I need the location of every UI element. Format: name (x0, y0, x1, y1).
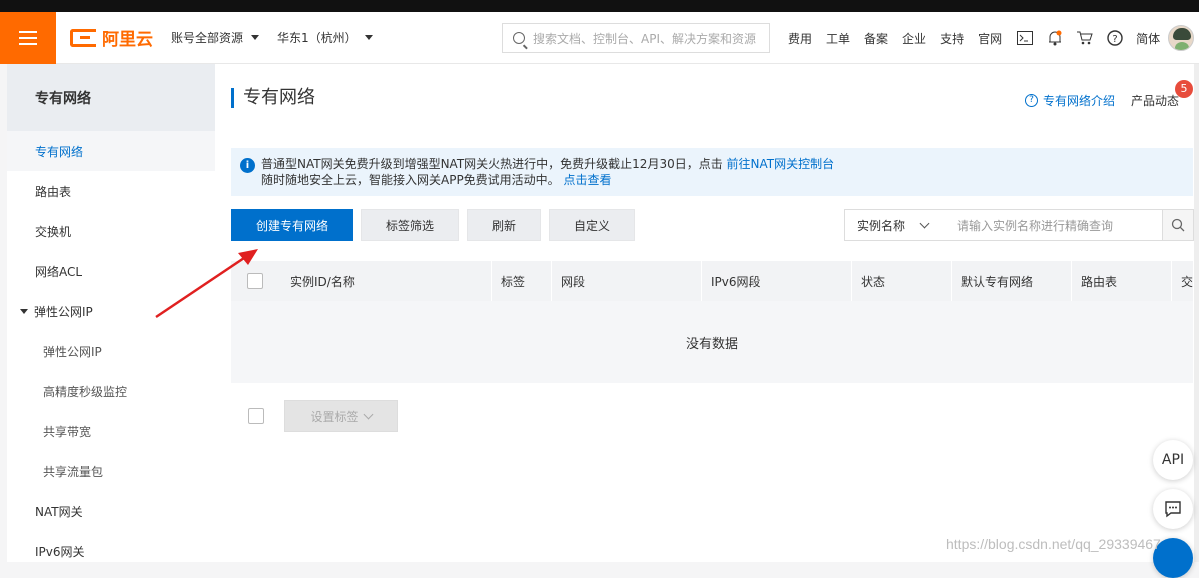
column-header-truncated[interactable]: 交 (1171, 261, 1193, 301)
filter-field-select[interactable]: 实例名称 (844, 209, 944, 241)
sidebar-item-vswitch[interactable]: 交换机 (7, 211, 215, 251)
top-link-billing[interactable]: 费用 (788, 30, 812, 47)
menu-icon (19, 36, 37, 39)
global-search-input[interactable]: 搜索文档、控制台、API、解决方案和资源 (502, 23, 770, 53)
sidebar-item-nat-gateway[interactable]: NAT网关 (7, 491, 215, 531)
sidebar-item-high-precision-monitor[interactable]: 高精度秒级监控 (7, 371, 215, 411)
caret-down-icon (364, 35, 373, 40)
aliyun-logo[interactable]: 阿里云 (70, 25, 153, 50)
language-switch[interactable]: 简体 (1136, 30, 1160, 47)
column-header-status[interactable]: 状态 (851, 261, 951, 301)
vpc-intro-link[interactable]: ? 专有网络介绍 (1024, 92, 1115, 109)
column-header-route-table[interactable]: 路由表 (1071, 261, 1171, 301)
sidebar-item-shared-bandwidth[interactable]: 共享带宽 (7, 411, 215, 451)
customize-button[interactable]: 自定义 (549, 209, 635, 241)
bell-icon[interactable] (1046, 29, 1064, 47)
sidebar-item-vpc[interactable]: 专有网络 (7, 131, 215, 171)
search-icon (513, 32, 525, 44)
sidebar-group-eip-label: 弹性公网IP (34, 304, 93, 319)
api-label: API (1161, 452, 1185, 468)
select-all-cell (231, 261, 279, 301)
set-tags-button[interactable]: 设置标签 (284, 400, 398, 432)
top-link-icp[interactable]: 备案 (864, 30, 888, 47)
chat-float-button[interactable] (1153, 489, 1193, 529)
account-resources-dropdown[interactable]: 账号全部资源 (171, 29, 260, 46)
cart-icon[interactable] (1076, 29, 1094, 47)
help-icon[interactable]: ? (1106, 29, 1124, 47)
nat-console-link[interactable]: 前往NAT网关控制台 (727, 157, 835, 171)
top-link-tickets[interactable]: 工单 (826, 30, 850, 47)
info-icon: i (240, 158, 255, 173)
vpc-table: 实例ID/名称 标签 网段 IPv6网段 状态 默认专有网络 路由表 交 没有数… (231, 261, 1193, 383)
column-header-ipv6-cidr[interactable]: IPv6网段 (701, 261, 851, 301)
main-content: 专有网络 ? 专有网络介绍 产品动态 5 i 普通型NAT网关免费升级到增强型N… (215, 64, 1199, 562)
svg-text:?: ? (1112, 34, 1117, 45)
notice-text-2: 随时随地安全上云，智能接入网关APP免费试用活动中。 (261, 173, 560, 187)
top-link-enterprise[interactable]: 企业 (902, 30, 926, 47)
sidebar-group-eip[interactable]: 弹性公网IP (7, 291, 215, 331)
table-header: 实例ID/名称 标签 网段 IPv6网段 状态 默认专有网络 路由表 交 (231, 261, 1193, 301)
page-scrollbar[interactable] (1194, 64, 1199, 562)
sidebar: 专有网络 专有网络 路由表 交换机 网络ACL 弹性公网IP 弹性公网IP 高精… (7, 64, 215, 562)
column-header-default-vpc[interactable]: 默认专有网络 (951, 261, 1071, 301)
sidebar-item-eip[interactable]: 弹性公网IP (7, 331, 215, 371)
question-icon: ? (1024, 94, 1038, 107)
hamburger-menu-button[interactable] (0, 11, 56, 64)
create-vpc-button[interactable]: 创建专有网络 (231, 209, 353, 241)
region-dropdown-label: 华东1（杭州） (277, 31, 357, 45)
product-news-link[interactable]: 产品动态 5 (1130, 80, 1193, 109)
toolbar: 创建专有网络 标签筛选 刷新 自定义 实例名称 请输入实例名称进行精确查询 (231, 209, 1194, 241)
chevron-down-icon (363, 409, 373, 419)
view-details-link[interactable]: 点击查看 (564, 173, 612, 187)
sidebar-item-network-acl[interactable]: 网络ACL (7, 251, 215, 291)
filter-field-label: 实例名称 (857, 218, 906, 233)
top-links: 费用 工单 备案 企业 支持 官网 ? 简体 (788, 12, 1195, 64)
terminal-icon[interactable] (1016, 29, 1034, 47)
chevron-down-icon (919, 218, 930, 228)
caret-down-icon (20, 308, 28, 314)
top-link-support[interactable]: 支持 (940, 30, 964, 47)
notice-line-2: 随时随地安全上云，智能接入网关APP免费试用活动中。 点击查看 (261, 172, 1181, 188)
notice-banner: i 普通型NAT网关免费升级到增强型NAT网关火热进行中，免费升级截止12月30… (231, 148, 1193, 196)
batch-select-checkbox[interactable] (248, 408, 264, 424)
batch-action-bar: 设置标签 (231, 400, 398, 432)
title-links: ? 专有网络介绍 产品动态 5 (1024, 80, 1193, 109)
column-header-cidr[interactable]: 网段 (551, 261, 701, 301)
refresh-button[interactable]: 刷新 (467, 209, 541, 241)
empty-table-message: 没有数据 (231, 301, 1193, 383)
column-header-tags[interactable]: 标签 (491, 261, 551, 301)
search-icon (1171, 218, 1185, 232)
sidebar-item-ipv6-gateway[interactable]: IPv6网关 (7, 531, 215, 571)
account-dropdown-label: 账号全部资源 (171, 31, 244, 45)
brand-name: 阿里云 (102, 30, 153, 50)
sidebar-item-route-table[interactable]: 路由表 (7, 171, 215, 211)
aliyun-logo-icon (70, 28, 96, 47)
top-link-official-site[interactable]: 官网 (978, 30, 1002, 47)
caret-down-icon (251, 35, 260, 40)
browser-top-strip (0, 0, 1199, 12)
page-title: 专有网络 (231, 88, 315, 108)
tag-filter-button[interactable]: 标签筛选 (361, 209, 459, 241)
watermark-text: https://blog.csdn.net/qq_29339467 (946, 536, 1161, 552)
user-avatar[interactable] (1168, 25, 1195, 51)
region-dropdown[interactable]: 华东1（杭州） (277, 29, 373, 46)
select-all-checkbox[interactable] (247, 273, 263, 289)
news-count-badge: 5 (1175, 80, 1193, 98)
product-news-label: 产品动态 (1130, 94, 1179, 108)
notice-text-1: 普通型NAT网关免费升级到增强型NAT网关火热进行中，免费升级截止12月30日，… (261, 157, 723, 171)
sidebar-title: 专有网络 (7, 64, 215, 131)
set-tags-label: 设置标签 (310, 409, 359, 424)
vpc-intro-label: 专有网络介绍 (1042, 94, 1115, 108)
column-header-instance[interactable]: 实例ID/名称 (279, 261, 491, 301)
sidebar-item-shared-traffic-package[interactable]: 共享流量包 (7, 451, 215, 491)
notice-line-1: 普通型NAT网关免费升级到增强型NAT网关火热进行中，免费升级截止12月30日，… (261, 156, 1181, 172)
top-navbar: 阿里云 账号全部资源 华东1（杭州） 搜索文档、控制台、API、解决方案和资源 … (0, 11, 1199, 64)
filter-search-input[interactable]: 请输入实例名称进行精确查询 (943, 209, 1163, 241)
search-placeholder: 搜索文档、控制台、API、解决方案和资源 (533, 31, 756, 46)
chat-icon (1165, 501, 1181, 518)
api-float-button[interactable]: API (1153, 440, 1193, 480)
filter-search-button[interactable] (1162, 209, 1194, 241)
